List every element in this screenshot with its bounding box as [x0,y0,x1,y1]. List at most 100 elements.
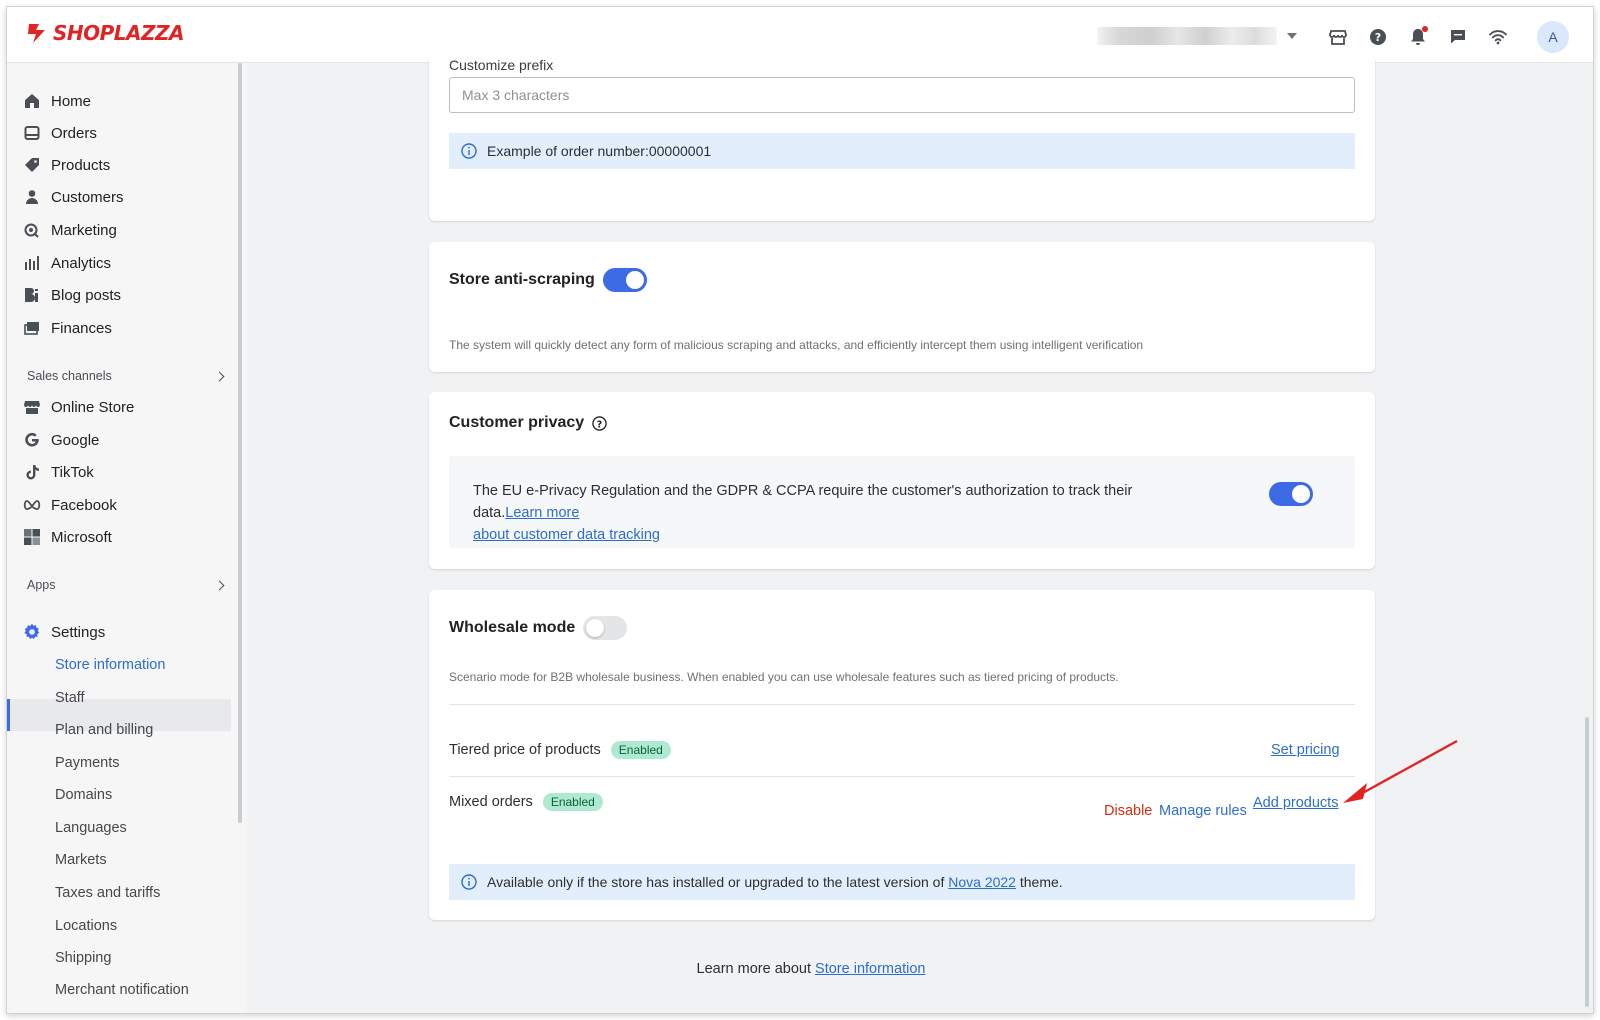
sidebar-item-facebook[interactable]: Facebook [23,491,117,519]
wholesale-description: Scenario mode for B2B wholesale business… [449,670,1119,684]
sidebar-item-label: TikTok [51,463,94,481]
theme-note-banner: Available only if the store has installe… [449,864,1355,900]
sidebar-item-label: Orders [51,124,97,142]
help-icon[interactable]: ? [1367,26,1389,48]
sidebar-item-tiktok[interactable]: TikTok [23,458,94,486]
prefix-input[interactable]: Max 3 characters [449,77,1355,113]
avatar[interactable]: A [1537,21,1569,53]
content-scrollbar[interactable] [1585,717,1589,1007]
annotation-arrow-icon [1343,739,1458,803]
settings-item-domains[interactable]: Domains [55,780,112,810]
sidebar-item-orders[interactable]: Orders [23,119,97,147]
sidebar-item-label: Settings [51,623,106,641]
store-icon[interactable] [1327,26,1349,48]
sidebar-item-microsoft[interactable]: Microsoft [23,523,112,551]
apps-label: Apps [27,578,56,592]
sidebar-item-label: Products [51,156,111,174]
settings-item-locations[interactable]: Locations [55,911,117,941]
store-selector[interactable] [1097,25,1307,47]
wholesale-title: Wholesale mode [449,619,576,636]
bar-chart-icon [23,254,41,272]
add-products-link[interactable]: Add products [1253,795,1338,811]
sidebar-item-label: Home [51,92,92,110]
sidebar-item-analytics[interactable]: Analytics [23,249,111,277]
sidebar-item-google[interactable]: Google [23,426,99,454]
customer-privacy-title: Customer privacy [449,414,585,431]
chat-icon[interactable] [1447,26,1469,48]
customer-data-tracking-link[interactable]: about customer data tracking [473,527,660,543]
settings-item-shipping[interactable]: Shipping [55,943,111,973]
home-icon [23,92,41,110]
info-icon [461,874,477,890]
sales-channels-header[interactable]: Sales channels [27,369,225,383]
manage-rules-button[interactable]: Manage rules [1159,803,1247,819]
sidebar-item-label: Microsoft [51,528,112,546]
settings-item-merchant-notification[interactable]: Merchant notification [55,975,189,1005]
sidebar-item-label: Finances [51,319,112,337]
theme-note-suffix: theme. [1015,874,1063,890]
disable-button[interactable]: Disable [1104,803,1152,819]
sidebar-item-label: Analytics [51,254,112,272]
app-window: SHOPLAZZA ? A Home Orders Products Custo… [6,6,1594,1014]
sidebar-item-settings[interactable]: Settings [23,618,105,646]
sidebar-item-finances[interactable]: Finances [23,314,112,342]
settings-item-taxes[interactable]: Taxes and tariffs [55,878,160,908]
wifi-icon[interactable] [1487,26,1509,48]
meta-icon [23,496,41,514]
apps-header[interactable]: Apps [27,578,225,592]
settings-item-staff[interactable]: Staff [55,683,85,713]
marketing-icon [23,221,41,239]
theme-note-prefix: Available only if the store has installe… [487,874,949,890]
sidebar-item-blog-posts[interactable]: Blog posts [23,281,121,309]
sidebar-item-label: Online Store [51,398,135,416]
footer-prefix: Learn more about [696,961,816,977]
bell-icon[interactable] [1407,26,1429,48]
prefix-placeholder: Max 3 characters [462,87,570,103]
tag-icon [23,156,41,174]
sidebar-item-label: Marketing [51,221,117,239]
privacy-info-box: The EU e-Privacy Regulation and the GDPR… [449,456,1355,548]
sidebar-item-online-store[interactable]: Online Store [23,393,134,421]
mixed-orders-label: Mixed orders [449,794,533,810]
blog-icon [23,286,41,304]
sidebar-item-home[interactable]: Home [23,87,91,115]
nova-theme-link[interactable]: Nova 2022 [948,874,1016,890]
sidebar-item-label: Facebook [51,496,117,514]
status-badge: Enabled [542,793,603,811]
chevron-down-icon [1287,33,1297,39]
footer-learn-more: Learn more about Store information [247,961,1375,977]
learn-more-link[interactable]: Learn more [505,505,579,521]
settings-item-store-information[interactable]: Store information [55,650,165,680]
store-information-link[interactable]: Store information [815,961,925,977]
anti-scraping-toggle[interactable] [602,268,647,292]
wholesale-toggle[interactable] [583,616,628,640]
microsoft-icon [23,528,41,546]
order-example-banner: Example of order number:00000001 [449,133,1355,169]
settings-item-languages[interactable]: Languages [55,813,127,843]
info-icon [461,143,477,159]
privacy-toggle[interactable] [1269,482,1313,506]
status-badge: Enabled [610,741,671,759]
theme-note-text: Available only if the store has installe… [487,874,1063,890]
store-icon [23,398,41,416]
finance-icon [23,319,41,337]
sidebar-item-products[interactable]: Products [23,151,110,179]
order-prefix-card: Customize prefix Max 3 characters Exampl… [429,53,1375,221]
sidebar-item-marketing[interactable]: Marketing [23,216,117,244]
settings-item-markets[interactable]: Markets [55,845,107,875]
main-content: Customize prefix Max 3 characters Exampl… [247,53,1593,1013]
wholesale-header: Wholesale mode [449,616,628,640]
help-icon[interactable]: ? [592,415,607,431]
brand-logo[interactable]: SHOPLAZZA [25,21,185,45]
sidebar-scrollbar[interactable] [238,63,242,823]
person-icon [23,188,41,206]
settings-item-plan-billing[interactable]: Plan and billing [55,715,153,745]
shoplazza-logo-icon [28,24,45,43]
notification-dot [1422,26,1428,32]
svg-text:?: ? [597,419,602,430]
set-pricing-link[interactable]: Set pricing [1271,742,1340,758]
sidebar-item-customers[interactable]: Customers [23,183,124,211]
settings-item-payments[interactable]: Payments [55,748,119,778]
wholesale-card: Wholesale mode Scenario mode for B2B who… [429,590,1375,920]
customer-privacy-card: Customer privacy ? The EU e-Privacy Regu… [429,392,1375,569]
